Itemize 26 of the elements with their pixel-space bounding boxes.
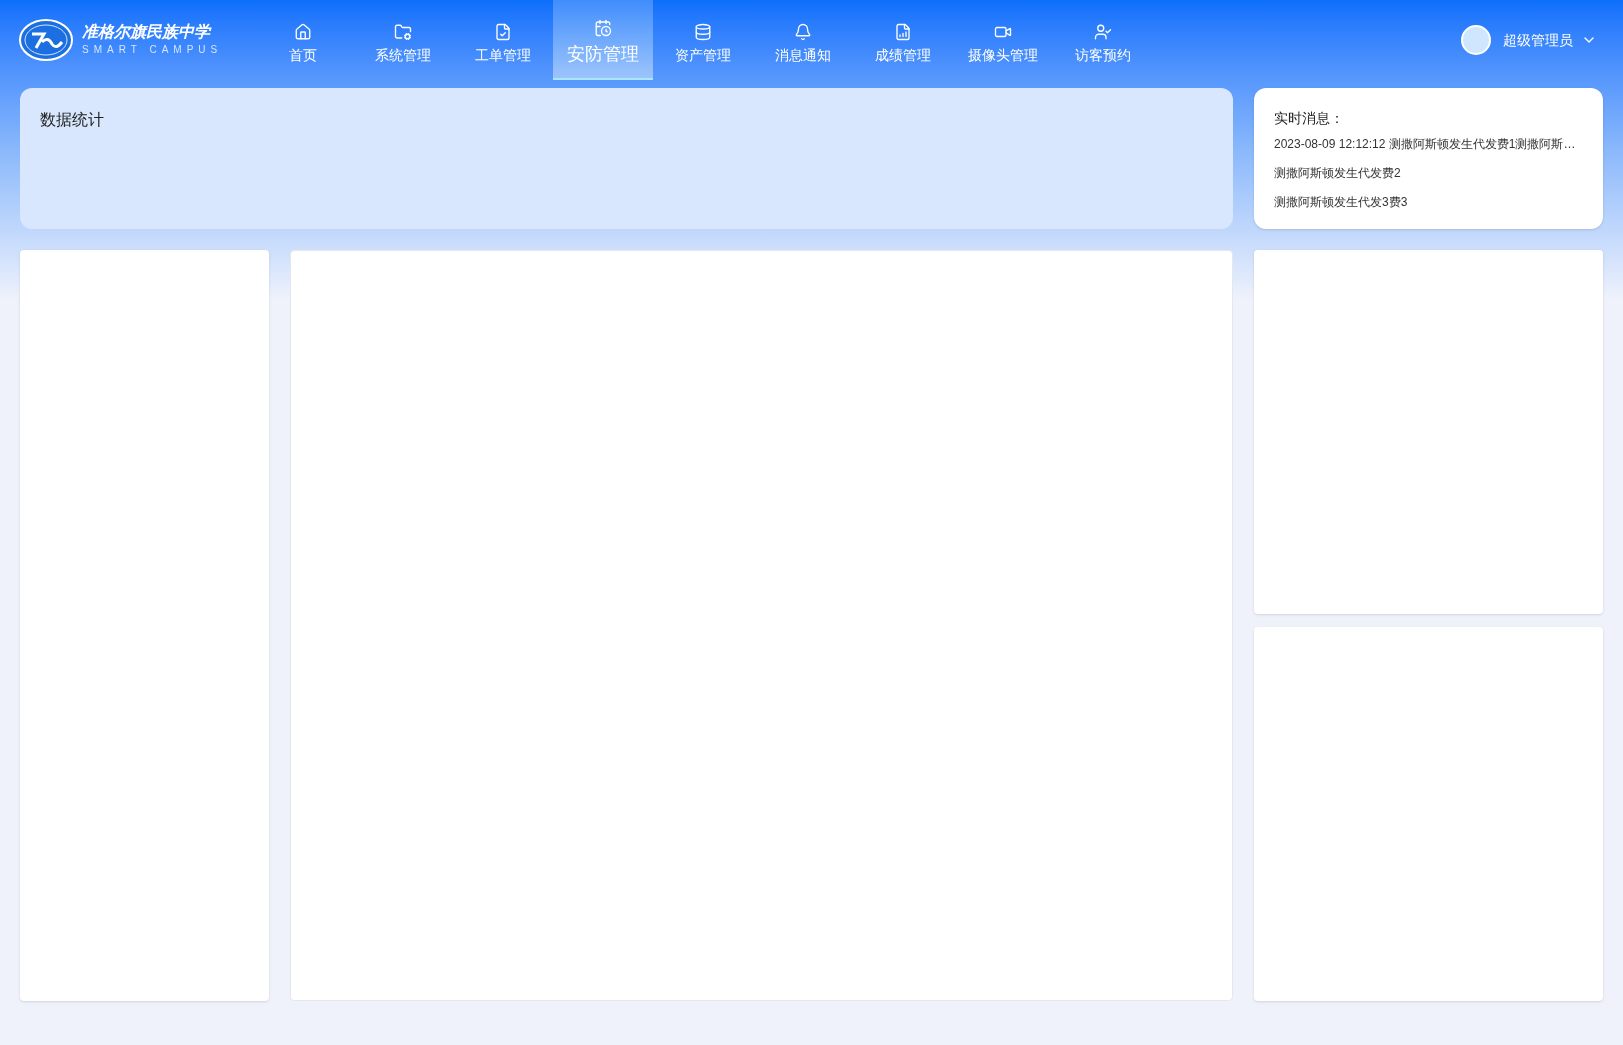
panel-title: 数据统计 [40, 111, 104, 128]
calendar-clock-icon [594, 18, 612, 37]
message-text: 2023-08-09 12:12:12 测撒阿斯顿发生代发费1测撒阿斯… [1274, 136, 1577, 153]
home-icon [294, 22, 312, 41]
bell-icon [794, 22, 812, 41]
nav-tab[interactable]: 工单管理 [453, 0, 553, 80]
message-text: 测撒阿斯顿发生代发3费3 [1274, 194, 1409, 211]
nav-tab[interactable]: 系统管理 [353, 0, 453, 80]
nav-tab[interactable]: 消息通知 [753, 0, 853, 80]
user-menu[interactable]: 超级管理员 [1503, 29, 1597, 51]
nav-tab[interactable]: 资产管理 [653, 0, 753, 80]
coin-stack-icon [694, 22, 712, 41]
school-subtitle: SMART CAMPUS [82, 43, 223, 57]
person-icon [1094, 22, 1112, 41]
folder-gear-icon [394, 22, 412, 41]
school-logo-icon [18, 18, 74, 62]
document-check-icon [494, 22, 512, 41]
nav-tab[interactable]: 安防管理 [553, 0, 653, 80]
school-name: 准格尔旗民族中学 [82, 22, 213, 42]
message-title: 实时消息： [1274, 109, 1345, 128]
nav-tab[interactable]: 成绩管理 [853, 0, 953, 80]
nav-tab[interactable]: 摄像头管理 [953, 0, 1053, 80]
chart-document-icon [894, 22, 912, 41]
nav-tab[interactable]: 首页 [253, 0, 353, 80]
message-text: 测撒阿斯顿发生代发费2 [1274, 165, 1402, 182]
nav-tab[interactable]: 访客预约 [1053, 0, 1153, 80]
